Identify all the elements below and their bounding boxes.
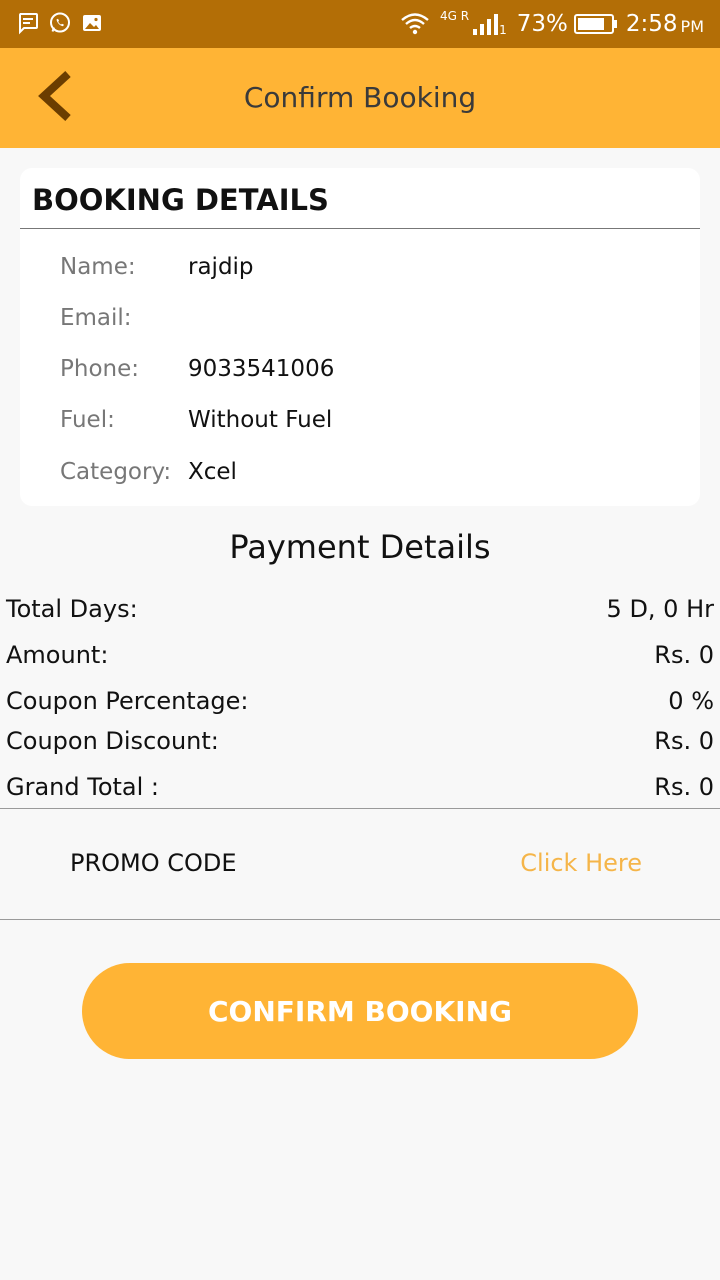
app-bar: Confirm Booking [0,48,720,148]
wifi-icon [401,13,429,35]
confirm-booking-button[interactable]: CONFIRM BOOKING [82,963,638,1059]
divider [0,919,720,920]
clock: 2:58 [625,11,678,37]
booking-details-card: BOOKING DETAILS Name: rajdip Email: Phon… [20,168,700,506]
amount-value: Rs. 0 [654,641,714,669]
name-value: rajdip [188,254,254,280]
system-status: 4G R 1 73% 2:58 PM [400,0,704,48]
category-label: Category: [60,459,172,485]
category-value: Xcel [188,459,237,485]
promo-click-here-link[interactable]: Click Here [520,849,642,877]
network-type: 4G R [440,9,470,23]
payment-details-title: Payment Details [229,528,491,566]
clock-ampm: PM [680,16,704,36]
promo-code-label: PROMO CODE [70,849,237,877]
phone-value: 9033541006 [188,356,335,382]
email-label: Email: [60,305,132,331]
payment-row-coupon-percentage: Coupon Percentage: 0 % [6,685,714,717]
coupon-percentage-value: 0 % [668,687,714,715]
fuel-label: Fuel: [60,407,115,433]
phone-label: Phone: [60,356,139,382]
sim-slot: 1 [499,23,507,37]
grand-total-label: Grand Total : [6,773,160,801]
fuel-value: Without Fuel [188,407,333,433]
payment-row-grand-total: Grand Total : Rs. 0 [6,771,714,803]
booking-details-title: BOOKING DETAILS [20,168,700,229]
payment-row-amount: Amount: Rs. 0 [6,639,714,671]
total-days-label: Total Days: [6,595,138,623]
payment-row-coupon-discount: Coupon Discount: Rs. 0 [6,725,714,757]
notification-icons [16,11,104,35]
message-icon [19,13,38,35]
whatsapp-icon [50,12,70,33]
coupon-discount-value: Rs. 0 [654,727,714,755]
coupon-discount-label: Coupon Discount: [6,727,219,755]
page-title: Confirm Booking [243,81,477,114]
battery-percentage: 73% [516,11,568,37]
name-label: Name: [60,254,136,280]
payment-row-total-days: Total Days: 5 D, 0 Hr [6,593,714,625]
coupon-percentage-label: Coupon Percentage: [6,687,249,715]
signal-icon [473,14,499,35]
status-bar: 4G R 1 73% 2:58 PM [0,0,720,48]
amount-label: Amount: [6,641,109,669]
promo-code-row: PROMO CODE Click Here [0,809,720,919]
total-days-value: 5 D, 0 Hr [606,595,714,623]
image-icon [83,15,101,31]
battery-icon [573,14,617,34]
grand-total-value: Rs. 0 [654,773,714,801]
